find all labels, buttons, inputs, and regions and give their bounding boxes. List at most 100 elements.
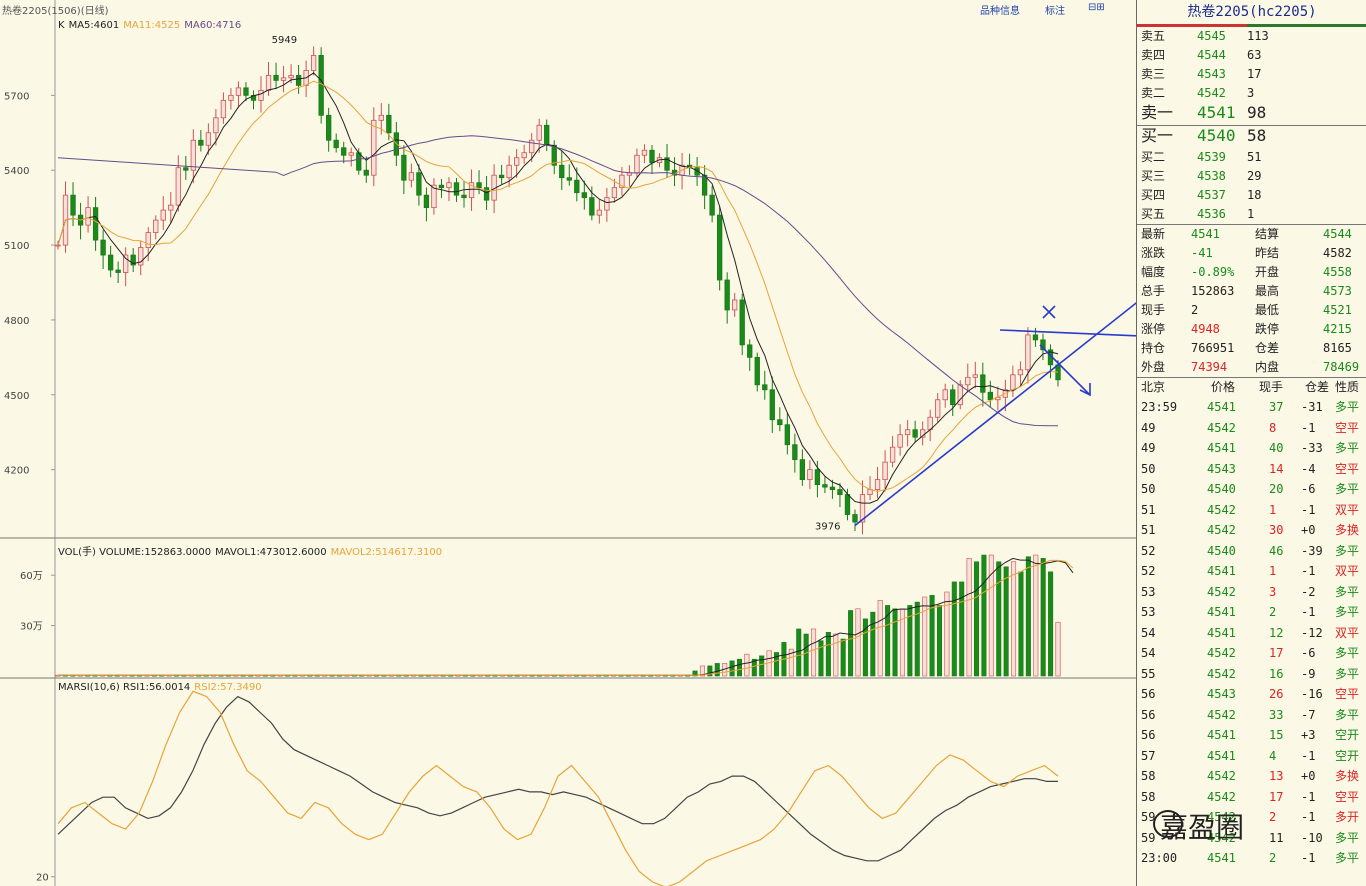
candle-body [55,244,61,247]
tick-row[interactable]: 54 4541 12 -12 双平 [1137,623,1366,644]
candle-body [423,194,430,209]
volume-bar [811,628,817,677]
tick-list[interactable]: 23:59 4541 37 -31 多平 49 4542 8 -1 空平 49 4541 40 -33 多平… [1137,397,1366,869]
candle-body [521,152,527,159]
product-info-button[interactable]: 品种信息 [980,2,1020,17]
candle [709,185,715,223]
candle-body [288,74,294,79]
legend-item: MAVOL1:473012.6000 [215,547,327,558]
tick-row[interactable]: 53 4541 2 -1 多平 [1137,602,1366,623]
layout-icon[interactable]: ⊟⊞ [1088,2,1105,13]
candle [401,145,407,195]
legend-item: MARSI(10,6) RSI1:56.0014 [58,682,191,693]
candle-body [371,119,377,176]
candle [310,46,317,76]
candle-body [739,299,745,346]
volume-bar [818,640,824,677]
ask-book: 卖五 4545 113 卖四 4544 63 卖三 4543 17 卖二 4542 3 卖一 4541 98 [1137,27,1366,125]
tick-row[interactable]: 57 4541 4 -1 空开 [1137,746,1366,767]
tick-row[interactable]: 56 4542 33 -7 多平 [1137,705,1366,726]
candle [814,460,821,498]
candle [498,164,505,184]
stat-row: 幅度 -0.89% 开盘 4558 [1141,265,1352,279]
candle [123,247,129,287]
book-row: 卖一 4541 98 [1141,103,1267,122]
candle-body [310,55,317,71]
candle [739,293,745,356]
rsi-tick-label: 20 [36,873,49,884]
tick-row[interactable]: 58 4542 13 +0 多换 [1137,766,1366,787]
candle-body [882,461,888,481]
candle-body [536,124,542,141]
candle [100,230,106,270]
stat-row: 最新 4541 结算 4544 [1141,227,1352,241]
candle [273,62,279,90]
tick-row[interactable]: 56 4543 26 -16 空平 [1137,684,1366,705]
candle [62,181,69,253]
tick-row[interactable]: 58 4542 17 -1 空平 [1137,787,1366,808]
candle [874,466,881,499]
candle-body [874,479,881,490]
candle [852,509,858,532]
candle [333,133,339,153]
chart-toolbar: 热卷2205(1506)(日线) 品种信息 标注 ⊟⊞ [0,0,1136,18]
candle-body [589,197,595,216]
quote-title: 热卷2205(hc2205) [1137,0,1366,27]
tick-row[interactable]: 23:00 4541 2 -1 多平 [1137,848,1366,869]
candle-body [446,182,452,189]
chart-area[interactable]: 5700 5400 5100 4800 4500 4200 5949 3976 60万 30万 20… [0,0,1136,886]
tick-row[interactable]: 50 4540 20 -6 多平 [1137,479,1366,500]
candle-body [724,279,730,311]
candle-body [904,429,911,436]
candle-body [581,192,587,199]
candle [431,178,437,215]
candle [220,92,227,124]
tick-row[interactable]: 56 4541 15 +3 空开 [1137,725,1366,746]
chart-canvas[interactable]: 5700 5400 5100 4800 4500 4200 5949 3976 60万 30万 20 [0,0,1136,886]
volume-bar [936,605,943,677]
candle-body [732,299,738,311]
volume-bar [973,561,980,677]
volume-bar [1018,571,1024,677]
tick-row[interactable]: 53 4542 3 -2 多平 [1137,582,1366,603]
volume-bar [825,632,831,677]
volume-bar [855,608,861,677]
watermark: 嘉盈圈 [1160,811,1245,844]
candle [544,119,550,151]
tick-row[interactable]: 49 4542 8 -1 空平 [1137,418,1366,439]
annotate-button[interactable]: 标注 [1045,2,1065,17]
candle [115,261,121,283]
volume-bar [1055,621,1061,677]
candle-body [85,207,91,226]
candle-body [980,374,986,393]
volume-bar [759,655,765,677]
volume-bar [1011,561,1017,677]
tick-row[interactable]: 55 4542 16 -9 多平 [1137,664,1366,685]
tick-row[interactable]: 52 4541 1 -1 双平 [1137,561,1366,582]
candle-body [529,139,535,154]
tick-row[interactable]: 50 4543 14 -4 空平 [1137,459,1366,480]
candle-body [513,157,520,166]
candle [596,199,603,224]
tick-row[interactable]: 51 4542 1 -1 双平 [1137,500,1366,521]
volume-bar [892,608,898,677]
candle-body [1032,334,1039,341]
tick-row[interactable]: 52 4540 46 -39 多平 [1137,541,1366,562]
tick-row[interactable]: 23:59 4541 37 -31 多平 [1137,397,1366,418]
candle [972,361,978,389]
candle-body [649,149,655,164]
tick-row[interactable]: 51 4542 30 +0 多换 [1137,520,1366,541]
candle-body [356,152,362,171]
legend-item: VOL(手) VOLUME:152863.0000 [58,547,212,558]
candle-body [822,484,828,488]
legend-item: MA60:4716 [184,20,242,31]
candle [408,163,415,188]
legend-item: K [58,20,65,31]
tick-row[interactable]: 49 4541 40 -33 多平 [1137,438,1366,459]
candle-body [416,172,422,196]
candle [777,407,783,432]
candle [559,150,565,190]
candle [438,178,445,198]
tick-row[interactable]: 54 4542 17 -6 多平 [1137,643,1366,664]
candle [754,352,760,392]
